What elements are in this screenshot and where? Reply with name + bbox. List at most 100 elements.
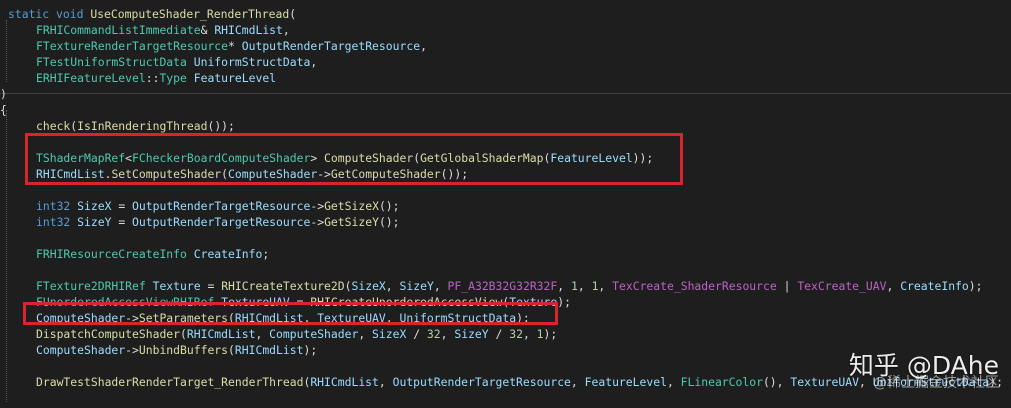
code-token: FeatureLevel	[193, 71, 277, 85]
highlight-box-set-parameters	[23, 302, 558, 325]
code-token: =	[118, 199, 133, 213]
code-token: ,	[886, 279, 901, 293]
code-token: 1	[570, 279, 578, 293]
code-token: RHICmdList	[234, 343, 304, 357]
code-token: FTexture2DRHIRef	[36, 279, 153, 293]
code-token: ->	[310, 199, 325, 213]
code-token: /	[495, 327, 510, 341]
code-text: FTextureRenderTargetResource* OutputRend…	[36, 38, 427, 54]
highlight-box-compute-shader	[25, 133, 683, 185]
code-token: UnbindBuffers	[138, 343, 229, 357]
code-token: (	[344, 279, 352, 293]
code-token: )	[0, 87, 7, 101]
code-token: CreateInfo	[193, 247, 263, 261]
code-token: RHICmdList	[310, 375, 379, 389]
indent-guide	[6, 20, 7, 82]
code-text: {	[0, 102, 7, 118]
code-token: ,	[282, 23, 290, 37]
code-token: ,	[385, 279, 400, 293]
code-token: static	[8, 7, 57, 21]
code-text: ComputeShader->UnbindBuffers(RHICmdList)…	[36, 342, 317, 358]
code-token: Texture	[152, 279, 208, 293]
code-token: PF_A32B32G32R32F	[447, 279, 558, 293]
code-token: {	[0, 103, 7, 117]
code-token: ,	[557, 279, 571, 293]
code-text: FRHIResourceCreateInfo CreateInfo;	[36, 246, 269, 262]
code-token: /	[413, 327, 427, 341]
code-token: int32	[36, 215, 78, 229]
code-token: GetSizeY	[324, 215, 379, 229]
code-token: ,	[433, 279, 448, 293]
function-separator-line	[0, 93, 1011, 94]
code-token: FRHICommandListImmediate	[36, 23, 201, 37]
code-token: );	[303, 343, 318, 357]
code-text: int32 SizeY = OutputRenderTargetResource…	[36, 214, 400, 230]
code-token: IsInRenderingThread	[77, 119, 208, 133]
code-token: SizeX	[372, 327, 414, 341]
code-token: OutputRenderTargetResource	[132, 215, 311, 229]
code-token: ComputeShader	[36, 343, 126, 357]
code-token: 32	[509, 327, 523, 341]
code-token: ,	[255, 327, 270, 341]
code-token: ,	[598, 279, 613, 293]
code-token: RHICmdList	[214, 23, 283, 37]
code-token: DispatchComputeShader	[36, 327, 181, 341]
code-token: UseComputeShader_RenderThread	[90, 7, 290, 21]
code-token: TexCreate_ShaderResource	[612, 279, 784, 293]
code-token: FTextureRenderTargetResource	[36, 39, 229, 53]
code-token: FeatureLevel	[584, 375, 667, 389]
code-text: ERHIFeatureLevel::Type FeatureLevel	[36, 70, 276, 86]
code-token: OutputRenderTargetResource	[241, 39, 421, 53]
code-token: *	[228, 39, 242, 53]
code-token: ());	[207, 119, 235, 133]
code-token: FTestUniformStructData	[36, 55, 194, 69]
code-text: FTestUniformStructData UniformStructData…	[36, 54, 317, 70]
code-token: (),	[762, 375, 791, 389]
code-text: check(IsInRenderingThread());	[36, 118, 235, 134]
code-token: ,	[358, 327, 373, 341]
code-token: ::	[145, 71, 160, 85]
code-token: 1	[536, 327, 544, 341]
code-token: SizeY	[454, 327, 496, 341]
code-token: 32	[426, 327, 441, 341]
code-token: TexCreate_UAV	[797, 279, 887, 293]
code-token: ->	[310, 215, 325, 229]
code-token: ;	[262, 247, 270, 261]
code-token: ComputeShader	[269, 327, 359, 341]
code-token: |	[783, 279, 798, 293]
code-token: RHICmdList	[186, 327, 256, 341]
code-token: );	[968, 279, 983, 293]
code-token: ERHIFeatureLevel	[36, 71, 146, 85]
code-token: ,	[522, 327, 537, 341]
code-token: SizeY	[77, 215, 119, 229]
code-token: ,	[570, 375, 585, 389]
code-token: check	[36, 119, 71, 133]
code-token: UniformStructData	[193, 55, 311, 69]
code-token: ();	[378, 199, 400, 213]
code-token: FRHIResourceCreateInfo	[36, 247, 194, 261]
code-text: DispatchComputeShader(RHICmdList, Comput…	[36, 326, 557, 342]
code-token: ,	[420, 39, 427, 53]
code-token: (	[228, 343, 235, 357]
code-token: OutputRenderTargetResource	[132, 199, 311, 213]
code-text: FRHICommandListImmediate& RHICmdList,	[36, 22, 290, 38]
code-text: int32 SizeX = OutputRenderTargetResource…	[36, 198, 400, 214]
code-token: OutputRenderTargetResource	[392, 375, 571, 389]
code-text: static void UseComputeShader_RenderThrea…	[8, 6, 296, 22]
watermark-secondary-text: @稀土掘金技术社区	[873, 375, 999, 391]
code-token: =	[118, 215, 133, 229]
code-token: SizeX	[351, 279, 386, 293]
code-token: GetSizeX	[324, 199, 379, 213]
code-token: &	[200, 23, 215, 37]
code-editor[interactable]: static void UseComputeShader_RenderThrea…	[0, 0, 1011, 408]
code-token: ,	[310, 55, 318, 69]
code-token: (	[180, 327, 187, 341]
code-token: =	[207, 279, 222, 293]
code-token: SizeY	[399, 279, 434, 293]
code-token: ,	[577, 279, 592, 293]
code-token: ,	[666, 375, 681, 389]
code-token: CreateInfo	[900, 279, 969, 293]
code-token: ();	[378, 215, 400, 229]
code-token: ,	[378, 375, 393, 389]
code-text: )	[0, 86, 7, 102]
